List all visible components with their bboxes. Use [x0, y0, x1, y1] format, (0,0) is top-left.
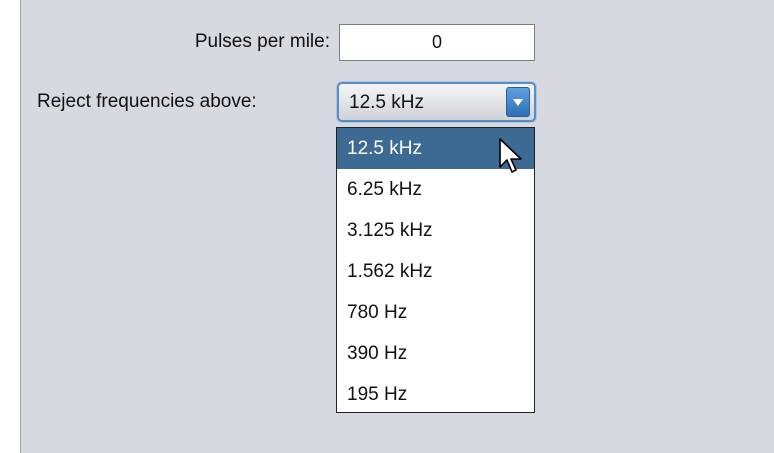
dropdown-option[interactable]: 390 Hz — [337, 333, 534, 374]
mouse-pointer-icon — [499, 138, 522, 173]
dropdown-option[interactable]: 195 Hz — [337, 374, 534, 415]
pulses-per-mile-input[interactable]: 0 — [339, 24, 535, 61]
dropdown-option[interactable]: 780 Hz — [337, 292, 534, 333]
combo-selected-value: 12.5 kHz — [349, 92, 424, 113]
reject-frequencies-label: Reject frequencies above: — [37, 91, 257, 112]
dropdown-option[interactable]: 3.125 kHz — [337, 210, 534, 251]
reject-frequencies-combo[interactable]: 12.5 kHz — [337, 82, 536, 122]
pulses-per-mile-label: Pulses per mile: — [194, 31, 330, 52]
dropdown-option[interactable]: 1.562 kHz — [337, 251, 534, 292]
chevron-down-icon[interactable] — [506, 87, 530, 117]
